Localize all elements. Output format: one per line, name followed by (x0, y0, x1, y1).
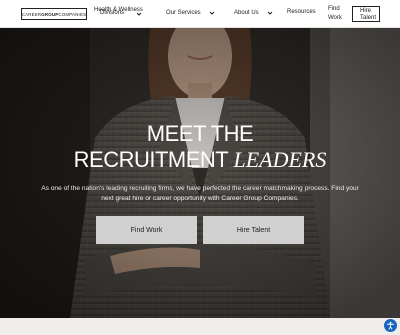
nav-about-us-label: About Us (234, 10, 259, 16)
nav-about-us[interactable]: About Us (234, 9, 274, 17)
nav-resources-label: Resources (287, 9, 316, 15)
nav-resources[interactable]: Resources (287, 9, 316, 15)
hero-subtitle: As one of the nation's leading recruitin… (41, 185, 359, 202)
chevron-down-icon (267, 11, 273, 15)
hero-section: MEET THE RECRUITMENT LEADERS As one of t… (0, 28, 400, 318)
hero-title-accent: LEADERS (233, 147, 327, 172)
header-find-work-link[interactable]: Find Work (328, 5, 348, 23)
logo-bold: GROUP (41, 11, 59, 17)
hero-title-line1: MEET THE (146, 121, 254, 146)
hire-talent-button[interactable]: Hire Talent (203, 216, 304, 244)
site-header: CAREER GROUP COMPANIES Health & Wellness D… (0, 0, 400, 28)
page-bottom-band (0, 318, 400, 335)
nav-our-services[interactable]: Our Services (166, 9, 216, 17)
find-work-button[interactable]: Find Work (96, 216, 197, 244)
hero-title-plain: RECRUITMENT (73, 147, 234, 172)
divisions-label: Divisions (100, 10, 125, 16)
hero-background-photo (0, 28, 400, 318)
hero-title: MEET THE RECRUITMENT LEADERS (0, 121, 400, 173)
header-hire-talent-button[interactable]: Hire Talent (352, 6, 380, 22)
accessibility-figure-icon (386, 321, 395, 330)
career-group-logo[interactable]: CAREER GROUP COMPANIES (21, 8, 87, 20)
hero-title-line2: RECRUITMENT LEADERS (0, 147, 400, 173)
accessibility-icon[interactable] (384, 319, 397, 332)
chevron-down-icon (209, 11, 215, 15)
divisions-text-wrap: Health & Wellness Divisions (94, 7, 143, 19)
logo-prefix: CAREER (21, 11, 42, 17)
nav-divisions[interactable]: Health & Wellness Divisions (94, 7, 143, 19)
logo-suffix: COMPANIES (58, 11, 87, 17)
nav-our-services-label: Our Services (166, 10, 201, 16)
